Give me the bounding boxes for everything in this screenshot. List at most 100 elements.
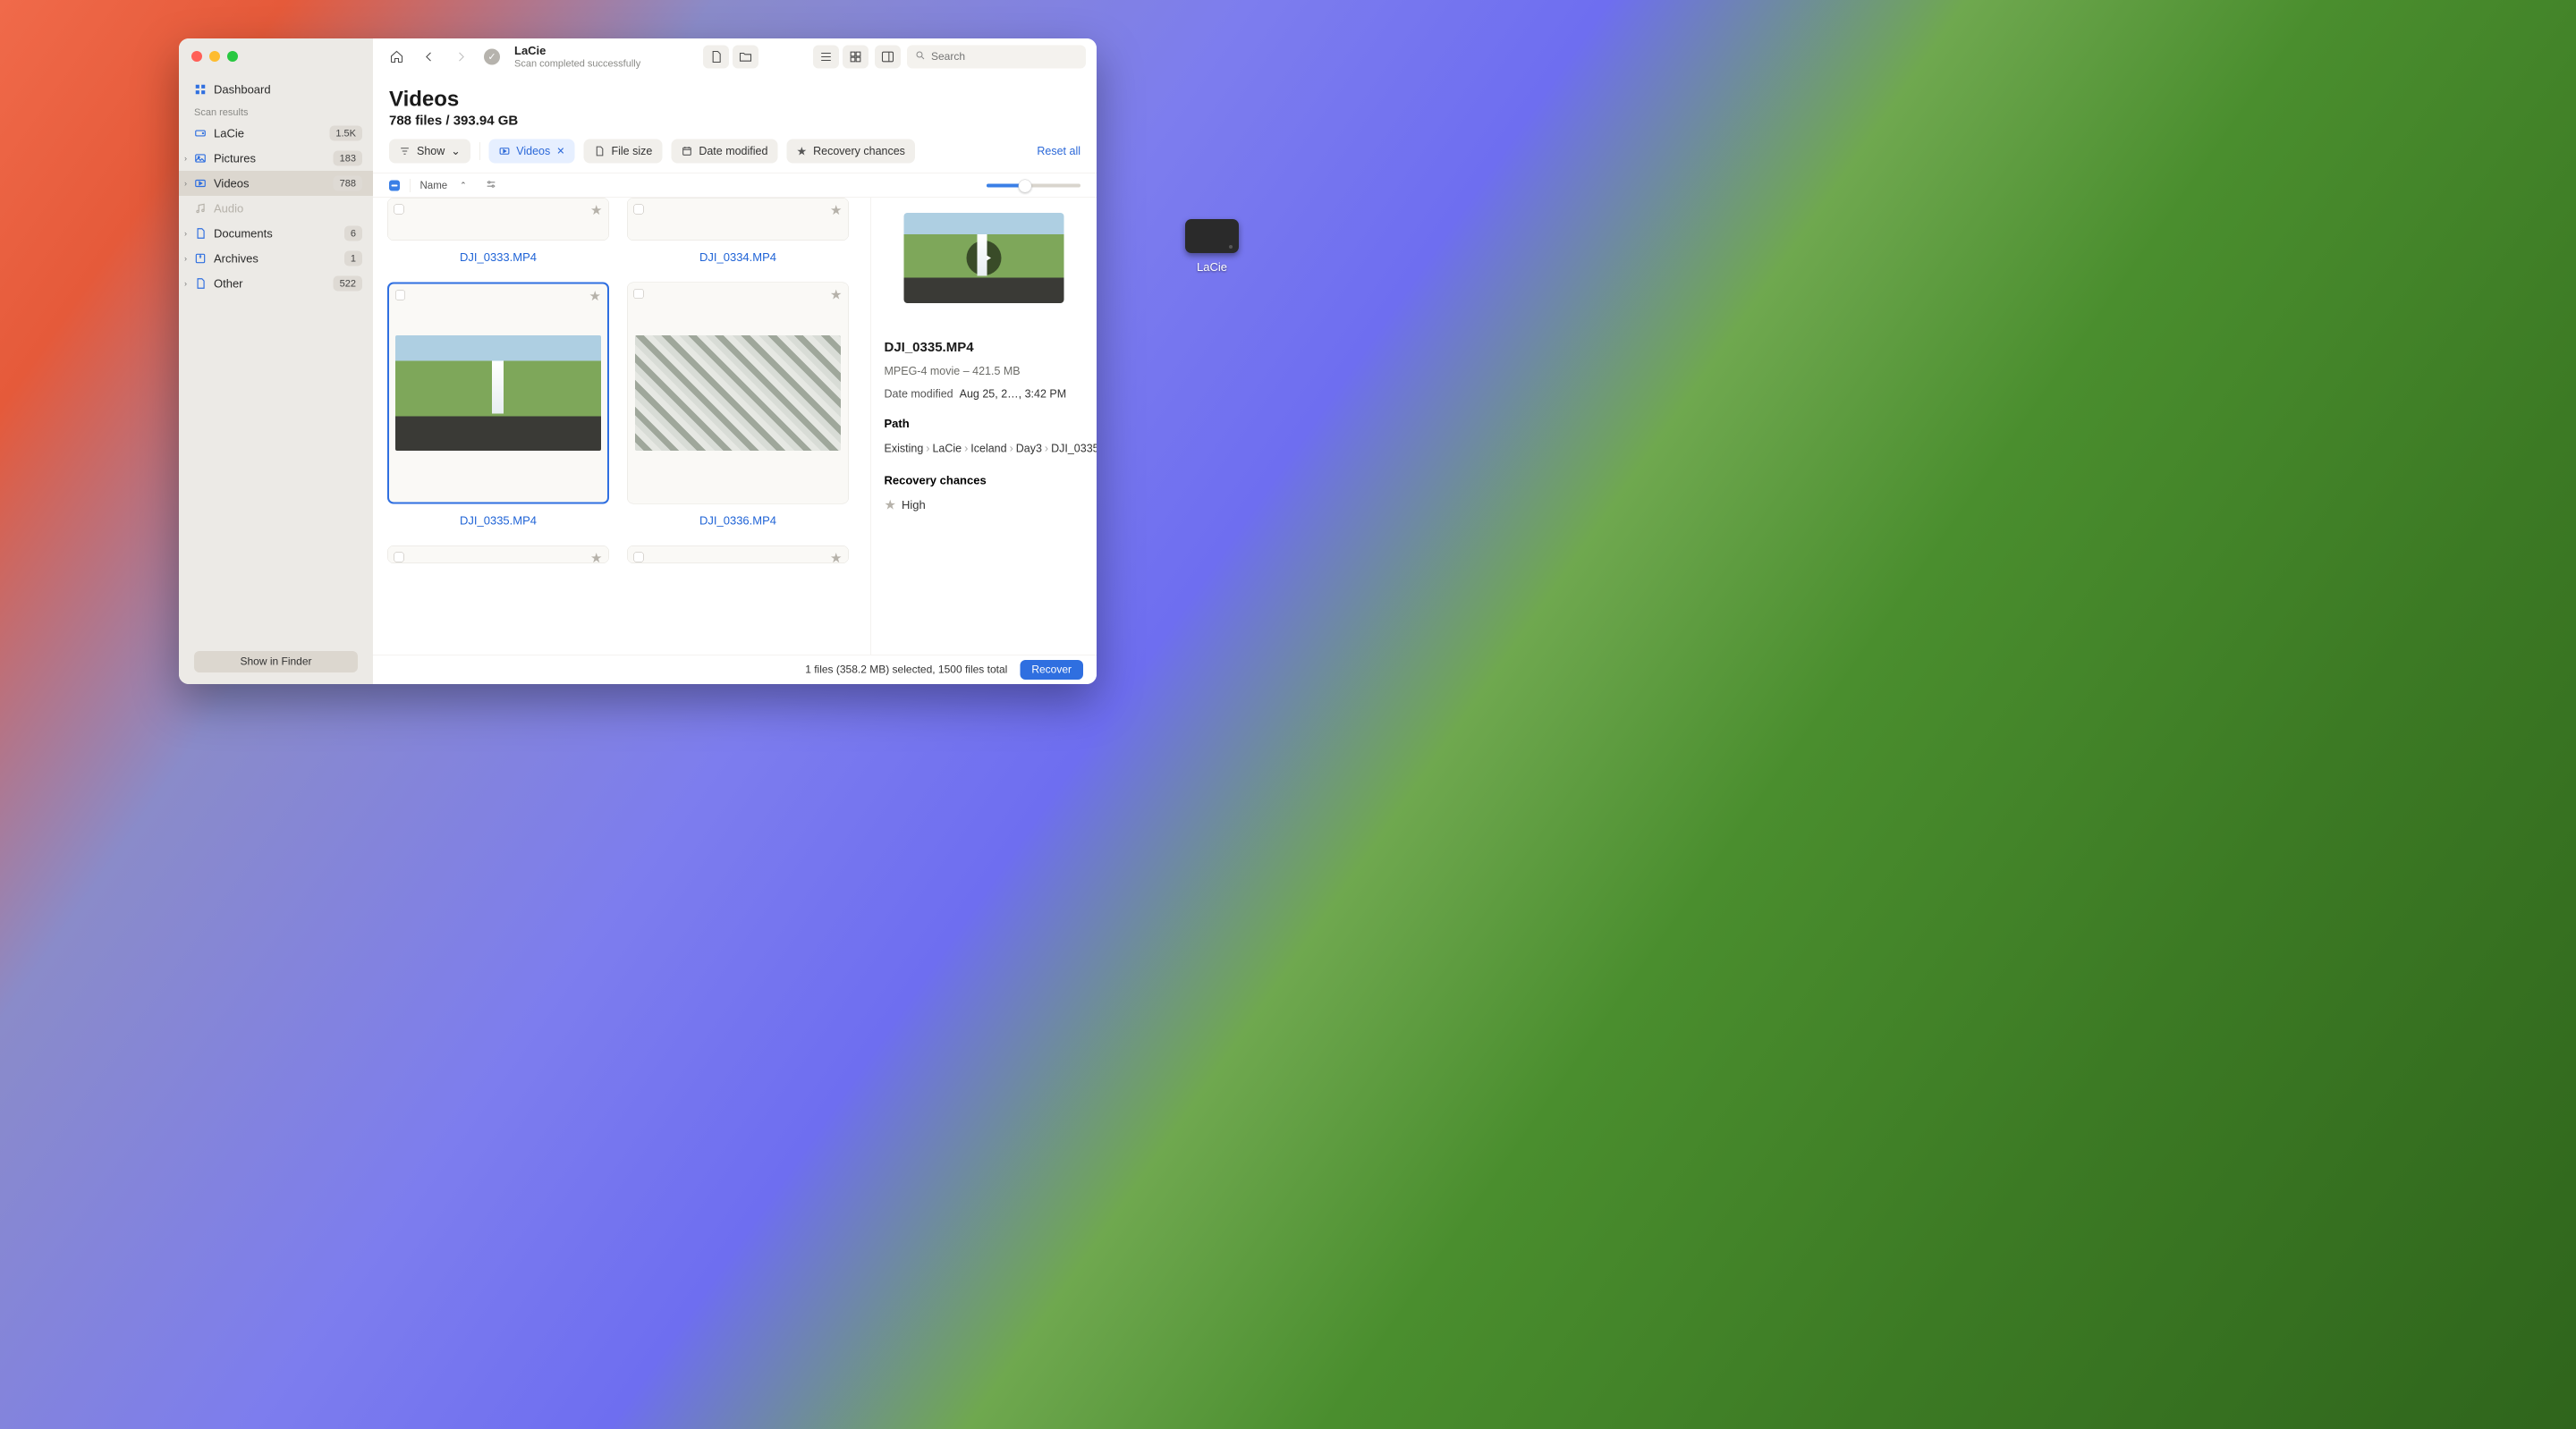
favorite-star-icon[interactable]: ★ — [830, 287, 842, 303]
path-segment[interactable]: Existing — [885, 443, 924, 455]
file-card[interactable]: ★ — [627, 198, 849, 241]
file-checkbox[interactable] — [395, 291, 405, 300]
file-name[interactable]: DJI_0334.MP4 — [699, 250, 776, 265]
recovery-filter-chip[interactable]: ★ Recovery chances — [786, 140, 914, 164]
details-subtitle: MPEG-4 movie – 421.5 MB — [885, 365, 1084, 378]
file-name[interactable]: DJI_0335.MP4 — [460, 514, 537, 528]
column-header: Name ⌃ — [373, 173, 1097, 198]
count-badge: 6 — [344, 226, 362, 241]
sidebar-item-archives[interactable]: ›Archives1 — [179, 246, 373, 271]
date-filter-chip[interactable]: Date modified — [671, 140, 777, 164]
star-icon: ★ — [885, 497, 896, 513]
file-cell[interactable]: ★ DJI_0333.MP4 — [387, 198, 609, 265]
view-list-button[interactable] — [813, 45, 839, 68]
details-filename: DJI_0335.MP4 — [885, 340, 1084, 355]
expand-icon[interactable]: › — [184, 179, 187, 189]
preview-thumbnail[interactable] — [903, 213, 1063, 303]
chip-label: Videos — [516, 145, 550, 158]
breadcrumb-separator-icon: › — [962, 443, 970, 455]
favorite-star-icon[interactable]: ★ — [590, 203, 602, 219]
sidebar-item-lacie[interactable]: LaCie1.5K — [179, 121, 373, 146]
chip-label: File size — [611, 145, 652, 158]
desktop-drive-icon[interactable]: LaCie — [1185, 219, 1239, 275]
file-name[interactable]: DJI_0333.MP4 — [460, 250, 537, 265]
sort-asc-icon[interactable]: ⌃ — [460, 181, 467, 190]
image-icon — [194, 152, 207, 165]
expand-icon[interactable]: › — [184, 154, 187, 164]
audio-icon — [194, 202, 207, 215]
file-checkbox[interactable] — [634, 205, 644, 215]
show-filter-button[interactable]: Show ⌄ — [389, 140, 470, 164]
desktop-drive-label: LaCie — [1197, 260, 1227, 274]
sidebar-item-documents[interactable]: ›Documents6 — [179, 221, 373, 246]
type-filter-chip[interactable]: Videos ✕ — [488, 140, 574, 164]
column-options-icon[interactable] — [486, 179, 497, 193]
expand-icon[interactable]: › — [184, 229, 187, 239]
file-cell[interactable]: ★ DJI_0335.MP4 — [387, 283, 609, 528]
file-cell[interactable]: ★ DJI_0334.MP4 — [627, 198, 849, 265]
expand-icon[interactable]: › — [184, 254, 187, 264]
file-card[interactable]: ★ — [627, 283, 849, 504]
toolbar-title: LaCie — [514, 44, 640, 58]
doc-icon — [194, 227, 207, 240]
new-folder-button[interactable] — [733, 45, 758, 68]
sidebar-item-audio[interactable]: Audio — [179, 196, 373, 221]
file-card[interactable]: ★ — [387, 545, 609, 563]
play-icon[interactable] — [966, 241, 1001, 275]
sidebar-item-label: Dashboard — [214, 82, 271, 97]
window-controls — [179, 48, 373, 77]
path-segment[interactable]: DJI_0335.MP4 — [1051, 443, 1097, 455]
status-bar: 1 files (358.2 MB) selected, 1500 files … — [373, 655, 1097, 684]
file-checkbox[interactable] — [634, 289, 644, 299]
sidebar-item-pictures[interactable]: ›Pictures183 — [179, 146, 373, 171]
sidebar-item-label: Pictures — [214, 151, 256, 165]
star-icon: ★ — [796, 144, 807, 158]
forward-button[interactable] — [448, 45, 474, 68]
minimize-window-button[interactable] — [209, 51, 220, 62]
sidebar-item-videos[interactable]: ›Videos788 — [179, 171, 373, 196]
sidebar: Dashboard Scan results LaCie1.5K›Picture… — [179, 38, 373, 684]
path-segment[interactable]: Day3 — [1016, 443, 1042, 455]
toggle-sidebar-button[interactable] — [875, 45, 901, 68]
path-segment[interactable]: LaCie — [932, 443, 962, 455]
remove-chip-icon[interactable]: ✕ — [556, 146, 564, 157]
show-label: Show — [417, 145, 445, 158]
search-input[interactable] — [931, 50, 1078, 63]
file-checkbox[interactable] — [394, 553, 404, 562]
view-grid-button[interactable] — [843, 45, 869, 68]
search-field[interactable] — [907, 45, 1086, 68]
file-name[interactable]: DJI_0336.MP4 — [699, 514, 776, 528]
doc-icon — [194, 277, 207, 290]
sidebar-dashboard[interactable]: Dashboard — [179, 77, 373, 102]
back-button[interactable] — [416, 45, 442, 68]
file-checkbox[interactable] — [634, 553, 644, 562]
page-subtitle: 788 files / 393.94 GB — [389, 114, 1080, 129]
count-badge: 522 — [334, 276, 362, 292]
file-cell[interactable]: ★ DJI_0336.MP4 — [627, 283, 849, 528]
select-all-checkbox[interactable] — [389, 180, 400, 190]
new-file-button[interactable] — [703, 45, 729, 68]
file-card[interactable]: ★ — [627, 545, 849, 563]
favorite-star-icon[interactable]: ★ — [830, 203, 842, 219]
fullscreen-window-button[interactable] — [227, 51, 238, 62]
favorite-star-icon[interactable]: ★ — [830, 551, 842, 567]
reset-filters-link[interactable]: Reset all — [1037, 145, 1080, 158]
home-button[interactable] — [384, 45, 410, 68]
show-in-finder-button[interactable]: Show in Finder — [194, 651, 358, 672]
file-card[interactable]: ★ — [387, 283, 609, 504]
favorite-star-icon[interactable]: ★ — [590, 551, 602, 567]
path-segment[interactable]: Iceland — [970, 443, 1006, 455]
thumbnail-zoom-slider[interactable] — [987, 183, 1080, 187]
file-card[interactable]: ★ — [387, 198, 609, 241]
filesize-filter-chip[interactable]: File size — [583, 140, 662, 164]
video-icon — [194, 177, 207, 190]
sidebar-item-other[interactable]: ›Other522 — [179, 271, 373, 296]
count-badge: 1 — [344, 251, 362, 266]
recover-button[interactable]: Recover — [1020, 660, 1083, 680]
favorite-star-icon[interactable]: ★ — [589, 289, 601, 305]
close-window-button[interactable] — [191, 51, 202, 62]
file-checkbox[interactable] — [394, 205, 404, 215]
column-name-header[interactable]: Name — [420, 180, 448, 192]
expand-icon[interactable]: › — [184, 279, 187, 289]
main-pane: LaCie Scan completed successfully Videos… — [373, 38, 1097, 684]
